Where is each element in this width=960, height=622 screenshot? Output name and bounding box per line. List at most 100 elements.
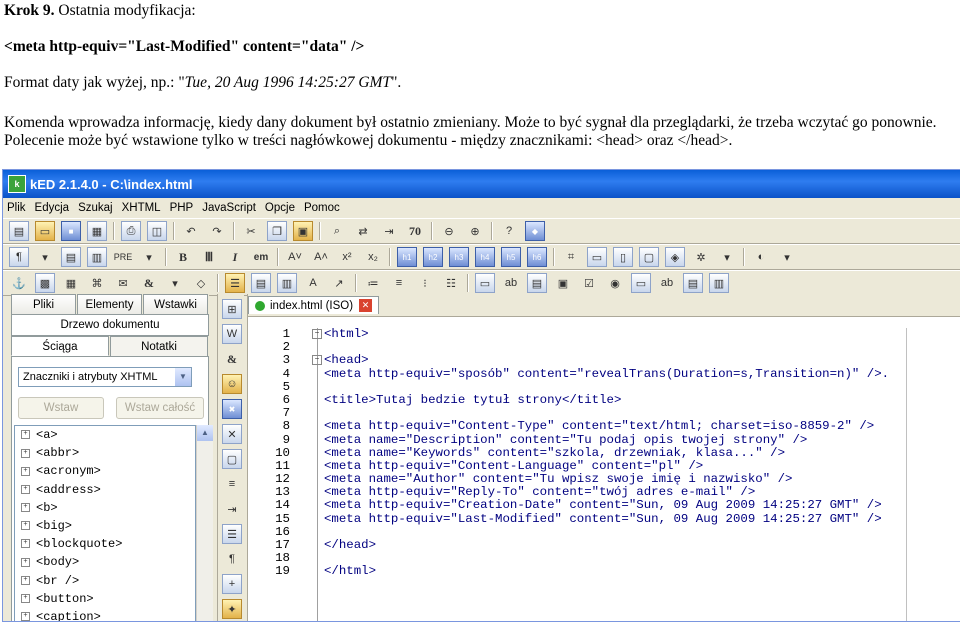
- code-line[interactable]: 5: [248, 380, 960, 394]
- list-icon[interactable]: ☰: [225, 273, 245, 293]
- hidden-field-icon[interactable]: ▤: [683, 273, 703, 293]
- script-icon[interactable]: ✲: [691, 247, 711, 267]
- code-line[interactable]: 15 <meta http-equiv="Last-Modified" conte…: [248, 512, 960, 526]
- code-line[interactable]: 10 <meta name="Keywords" content="szkola,…: [248, 446, 960, 460]
- definition-list-icon[interactable]: ⁝: [415, 273, 435, 293]
- cut-icon[interactable]: ✂: [241, 221, 261, 241]
- select-icon[interactable]: ▣: [553, 273, 573, 293]
- list-item[interactable]: + <a>: [15, 426, 195, 444]
- list-item[interactable]: + <big>: [15, 517, 195, 535]
- subtab-0[interactable]: Ściąga: [11, 336, 109, 356]
- code-line[interactable]: 19 </html>: [248, 565, 960, 578]
- expand-icon[interactable]: +: [21, 503, 30, 513]
- code-line[interactable]: 6 <title>Tutaj bedzie tytuł strony</title…: [248, 393, 960, 407]
- find-icon[interactable]: ⌕: [327, 221, 347, 241]
- expand-icon[interactable]: +: [21, 521, 30, 531]
- save-icon[interactable]: ■: [61, 221, 81, 241]
- tab-document-tree[interactable]: Drzewo dokumentu: [11, 314, 209, 336]
- em-icon[interactable]: em: [251, 247, 271, 267]
- tags-select[interactable]: Znaczniki i atrybuty XHTML ▼: [18, 367, 192, 387]
- tab-pliki[interactable]: Pliki: [11, 294, 76, 314]
- list-item[interactable]: + <button>: [15, 590, 195, 608]
- fold-icon[interactable]: −: [312, 355, 322, 366]
- dropdown-icon[interactable]: ▾: [717, 247, 737, 267]
- help-icon[interactable]: ?: [499, 221, 519, 241]
- zoom-in-icon[interactable]: ⊕: [465, 221, 485, 241]
- expand-icon[interactable]: +: [21, 594, 30, 604]
- tree-icon[interactable]: ⊞: [222, 299, 242, 319]
- list-item[interactable]: + <acronym>: [15, 462, 195, 480]
- dropdown-icon[interactable]: ▾: [35, 247, 55, 267]
- subtab-1[interactable]: Notatki: [110, 336, 208, 356]
- expand-icon[interactable]: +: [21, 466, 30, 476]
- anchor-icon[interactable]: ⚓: [9, 273, 29, 293]
- indent-icon[interactable]: ⇥: [222, 499, 242, 519]
- zoom-out-icon[interactable]: ⊖: [439, 221, 459, 241]
- expand-icon[interactable]: +: [21, 575, 30, 585]
- list-item[interactable]: + <b>: [15, 499, 195, 517]
- table-cell-icon[interactable]: ▥: [277, 273, 297, 293]
- expand-icon[interactable]: +: [21, 448, 30, 458]
- code-line[interactable]: 8 <meta http-equiv="Content-Type" content…: [248, 420, 960, 433]
- form-icon[interactable]: ⌗: [561, 247, 581, 267]
- dropdown-icon[interactable]: ▾: [165, 273, 185, 293]
- paragraph-icon[interactable]: ¶: [9, 247, 29, 267]
- menu-item-javascript[interactable]: JavaScript: [202, 202, 256, 214]
- frame-icon[interactable]: ▢: [639, 247, 659, 267]
- menu-item-plik[interactable]: Plik: [7, 202, 26, 214]
- list-item[interactable]: + <blockquote>: [15, 535, 195, 553]
- h4-icon[interactable]: h4: [475, 247, 495, 267]
- list-item[interactable]: + <caption>: [15, 608, 195, 621]
- line-width-icon[interactable]: 70: [405, 221, 425, 241]
- dropdown-icon[interactable]: ▾: [139, 247, 159, 267]
- box-icon[interactable]: ▢: [222, 449, 242, 469]
- h5-icon[interactable]: h5: [501, 247, 521, 267]
- redo-icon[interactable]: ↷: [207, 221, 227, 241]
- find-replace-icon[interactable]: ⇄: [353, 221, 373, 241]
- diamond-icon[interactable]: ◇: [191, 273, 211, 293]
- textarea-icon[interactable]: ▯: [613, 247, 633, 267]
- add-icon[interactable]: +: [222, 574, 242, 594]
- scroll-up-icon[interactable]: ▲: [197, 425, 213, 441]
- list-item[interactable]: + <br />: [15, 572, 195, 590]
- entity-icon[interactable]: &: [222, 349, 242, 369]
- menu-item-php[interactable]: PHP: [170, 202, 194, 214]
- menu-item-opcje[interactable]: Opcje: [265, 202, 295, 214]
- input-icon[interactable]: ▭: [587, 247, 607, 267]
- print-icon[interactable]: ⎙: [121, 221, 141, 241]
- wizard-icon[interactable]: ✦: [222, 599, 242, 619]
- code-line[interactable]: 4 <meta http-equiv="sposób" content="reve…: [248, 367, 960, 381]
- expand-icon[interactable]: +: [21, 612, 30, 621]
- code-area[interactable]: 1− <html> 2 3− <head> 4 <meta http-equiv="spos…: [248, 327, 960, 579]
- bold-icon[interactable]: B: [173, 247, 193, 267]
- text-a-icon[interactable]: A: [303, 273, 323, 293]
- tab-elementy[interactable]: Elementy: [77, 294, 142, 314]
- password-field-icon[interactable]: ▥: [709, 273, 729, 293]
- preview-icon[interactable]: ◫: [147, 221, 167, 241]
- special-char-icon[interactable]: ◐: [751, 247, 771, 267]
- unordered-list-icon[interactable]: ≡: [389, 273, 409, 293]
- table-icon[interactable]: ▦: [61, 273, 81, 293]
- menu-item-pomoc[interactable]: Pomoc: [304, 202, 340, 214]
- hr-icon[interactable]: ↗: [329, 273, 349, 293]
- delete-icon[interactable]: ✕: [222, 424, 242, 444]
- clear-icon[interactable]: ✖: [222, 399, 242, 419]
- text-label-icon[interactable]: ab: [657, 273, 677, 293]
- menu-item-edycja[interactable]: Edycja: [35, 202, 70, 214]
- expand-icon[interactable]: +: [21, 430, 30, 440]
- button-icon[interactable]: ▭: [631, 273, 651, 293]
- link-icon[interactable]: ⌘: [87, 273, 107, 293]
- insert-all-button[interactable]: Wstaw całość: [116, 397, 204, 419]
- list-item[interactable]: + <body>: [15, 553, 195, 571]
- expand-icon[interactable]: +: [21, 484, 30, 494]
- new-file-icon[interactable]: ▤: [9, 221, 29, 241]
- label-icon[interactable]: ab: [501, 273, 521, 293]
- smiley-icon[interactable]: ☺: [222, 374, 242, 394]
- mail-icon[interactable]: ✉: [113, 273, 133, 293]
- subscript-icon[interactable]: x₂: [363, 247, 383, 267]
- copy-icon[interactable]: ❐: [267, 221, 287, 241]
- pre-icon[interactable]: PRE: [113, 247, 133, 267]
- save-all-icon[interactable]: ▦: [87, 221, 107, 241]
- code-line[interactable]: 9 <meta name="Description" content="Tu po…: [248, 433, 960, 447]
- fold-icon[interactable]: −: [312, 329, 322, 339]
